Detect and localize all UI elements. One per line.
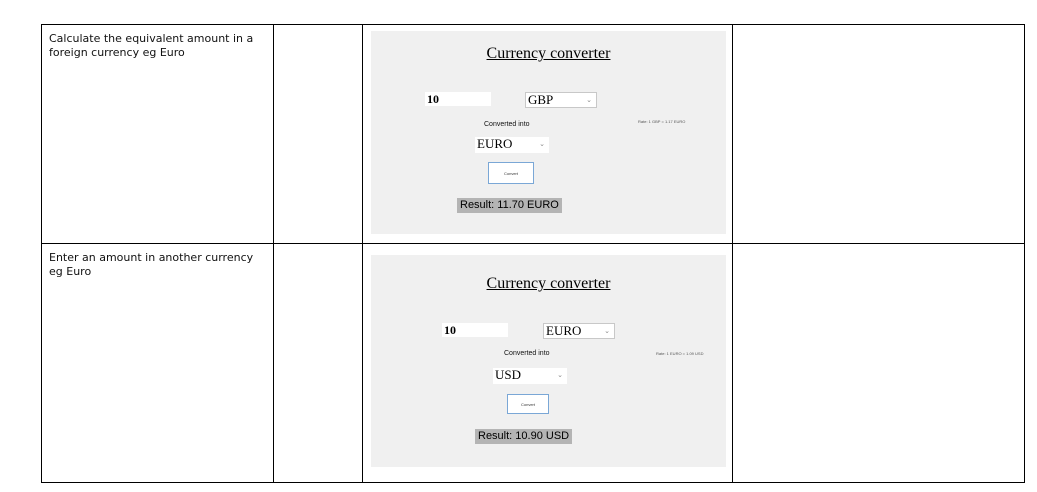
chevron-down-icon: ⌄: [586, 96, 592, 104]
amount-input[interactable]: 10: [442, 323, 508, 337]
to-currency-value: USD: [495, 367, 522, 382]
screenshot-cell: Currency converter 10 EURO ⌄ Converted i…: [362, 243, 733, 483]
description-text: Enter an amount in another currency eg E…: [49, 251, 254, 278]
description-cell: Enter an amount in another currency eg E…: [41, 243, 274, 483]
app-title: Currency converter: [486, 275, 611, 292]
description-cell: Calculate the equivalent amount in a for…: [41, 24, 274, 244]
result-label: Result: 10.90 USD: [475, 429, 573, 444]
chevron-down-icon: ⌄: [604, 327, 610, 335]
currency-converter-screenshot: Currency converter 10 EURO ⌄ Converted i…: [371, 255, 726, 467]
to-currency-select[interactable]: EURO ⌄: [475, 137, 549, 153]
from-currency-select[interactable]: GBP ⌄: [525, 92, 597, 108]
description-text: Calculate the equivalent amount in a for…: [49, 32, 254, 59]
from-currency-value: GBP: [528, 92, 554, 107]
empty-cell: [732, 243, 1025, 483]
chevron-down-icon: ⌄: [557, 371, 563, 379]
table-row: Calculate the equivalent amount in a for…: [41, 24, 1025, 244]
empty-cell: [273, 24, 363, 244]
chevron-down-icon: ⌄: [539, 140, 545, 148]
app-title: Currency converter: [486, 45, 611, 62]
amount-input[interactable]: 10: [425, 92, 491, 106]
empty-cell: [732, 24, 1025, 244]
converted-into-label: Converted into: [484, 121, 530, 128]
from-currency-value: EURO: [546, 323, 582, 338]
empty-cell: [273, 243, 363, 483]
exchange-rate-text: Rate: 1 GBP = 1.17 EURO: [638, 119, 686, 124]
currency-converter-screenshot: Currency converter 10 GBP ⌄ Converted in…: [371, 31, 726, 234]
convert-button[interactable]: Convert: [507, 394, 549, 414]
from-currency-select[interactable]: EURO ⌄: [543, 323, 615, 339]
exchange-rate-text: Rate: 1 EURO = 1.09 USD: [656, 351, 704, 356]
document-table: Calculate the equivalent amount in a for…: [41, 24, 1025, 483]
to-currency-value: EURO: [477, 136, 513, 151]
converted-into-label: Converted into: [504, 350, 550, 357]
convert-button[interactable]: Convert: [488, 162, 534, 184]
screenshot-cell: Currency converter 10 GBP ⌄ Converted in…: [362, 24, 733, 244]
to-currency-select[interactable]: USD ⌄: [493, 368, 567, 384]
table-row: Enter an amount in another currency eg E…: [41, 243, 1025, 483]
result-label: Result: 11.70 EURO: [457, 198, 562, 213]
